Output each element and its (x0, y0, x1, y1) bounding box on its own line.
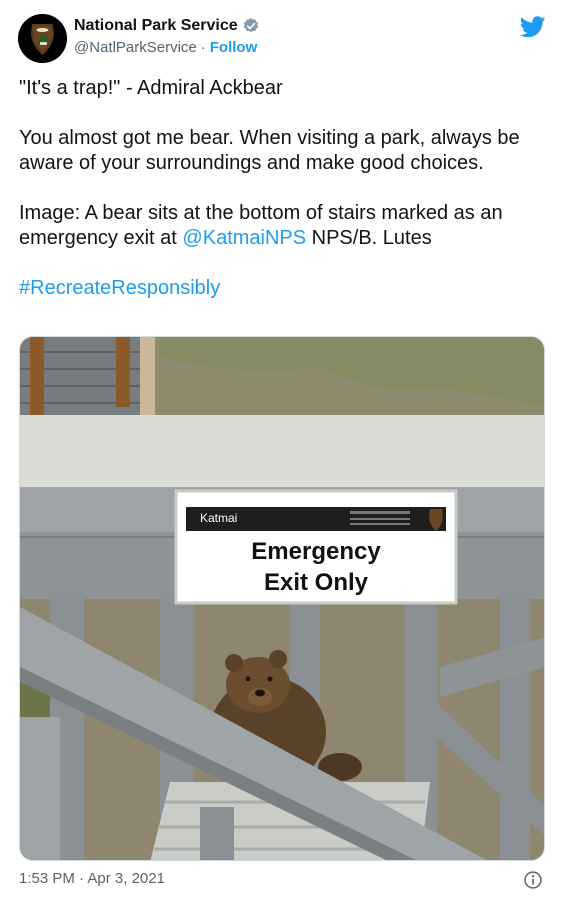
tweet-time: 1:53 PM (19, 870, 75, 887)
sign-line-2: Exit Only (263, 569, 369, 596)
follow-button[interactable]: Follow (210, 39, 258, 56)
handle[interactable]: @NatlParkService (74, 39, 197, 56)
tweet-image[interactable]: Katmai Emergency Exit Only (19, 336, 545, 861)
tweet-line-message: You almost got me bear. When visiting a … (19, 127, 520, 174)
tweet-header: National Park Service @NatlParkService ·… (18, 14, 546, 64)
tweet-date: Apr 3, 2021 (87, 870, 165, 887)
sign-header: Katmai (200, 511, 238, 525)
name-block: National Park Service @NatlParkService ·… (74, 17, 260, 56)
nps-arrowhead-icon (18, 14, 67, 63)
sign-line-1: Emergency (251, 538, 381, 565)
avatar[interactable] (18, 14, 67, 63)
mention-link[interactable]: @KatmaiNPS (182, 227, 306, 249)
info-icon[interactable] (523, 870, 543, 890)
tweet-timestamp[interactable]: 1:53 PM · Apr 3, 2021 (19, 870, 165, 887)
bear-photo (20, 337, 544, 860)
display-name[interactable]: National Park Service (74, 17, 238, 35)
verified-badge-icon (243, 18, 258, 33)
timestamp-separator: · (79, 870, 85, 887)
caption-credit: NPS/B. Lutes (306, 227, 432, 249)
tweet-line-hashtag: #RecreateResponsibly (19, 276, 545, 301)
handle-separator: · (200, 39, 206, 56)
twitter-bird-icon[interactable] (520, 16, 546, 38)
tweet-text: "It's a trap!" - Admiral Ackbear You alm… (19, 76, 545, 326)
tweet-line-quote: "It's a trap!" - Admiral Ackbear (19, 77, 283, 99)
tweet-card: National Park Service @NatlParkService ·… (0, 0, 564, 899)
tweet-line-caption: Image: A bear sits at the bottom of stai… (19, 201, 545, 251)
hashtag-link[interactable]: #RecreateResponsibly (19, 277, 220, 299)
